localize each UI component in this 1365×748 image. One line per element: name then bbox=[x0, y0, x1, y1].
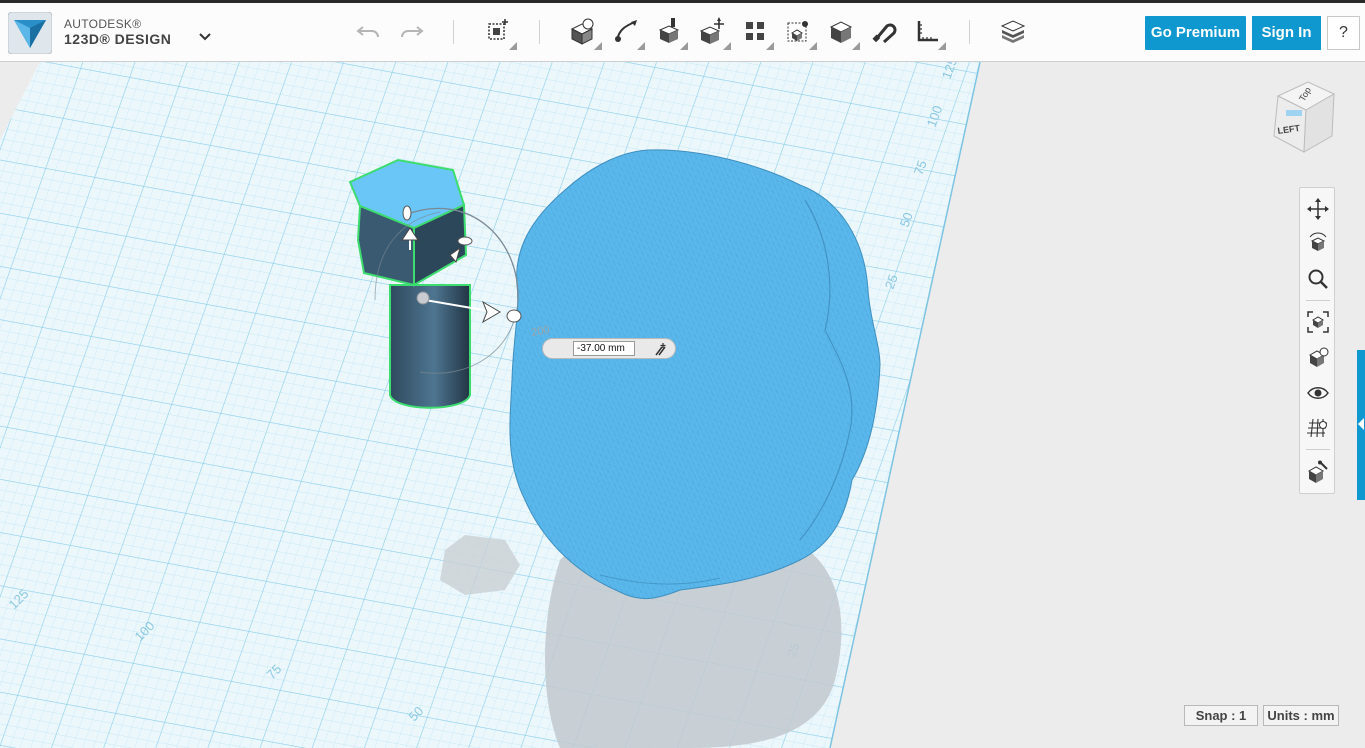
combine-icon[interactable] bbox=[824, 14, 860, 50]
main-toolbar: AUTODESK® 123D® DESIGN Go Premium Sign I… bbox=[0, 0, 1365, 62]
material-icon[interactable] bbox=[1305, 459, 1331, 485]
units-setting[interactable]: Units : mm bbox=[1263, 705, 1339, 726]
toolbar-divider bbox=[453, 20, 454, 44]
mesh-model[interactable] bbox=[509, 149, 881, 600]
orbit-icon[interactable] bbox=[1305, 231, 1331, 257]
snap-setting[interactable]: Snap : 1 bbox=[1184, 705, 1258, 726]
redo-icon[interactable] bbox=[394, 14, 428, 48]
distance-input-box bbox=[542, 338, 676, 359]
app-logo-text: AUTODESK® 123D® DESIGN bbox=[64, 17, 171, 47]
toolbar-divider bbox=[539, 20, 540, 44]
grid-icon[interactable] bbox=[1305, 415, 1331, 441]
navigation-bar bbox=[1299, 187, 1335, 494]
snap-icon[interactable] bbox=[867, 14, 901, 48]
nav-divider bbox=[1306, 449, 1330, 450]
app-menu-chevron-icon[interactable] bbox=[194, 25, 216, 47]
undo-icon[interactable] bbox=[352, 14, 386, 48]
side-panel-toggle[interactable] bbox=[1357, 350, 1365, 500]
grouping-icon[interactable] bbox=[781, 14, 817, 50]
sketch-icon[interactable] bbox=[609, 14, 645, 50]
visibility-icon[interactable] bbox=[1305, 380, 1331, 406]
zoom-icon[interactable] bbox=[1305, 266, 1331, 292]
nav-divider bbox=[1306, 300, 1330, 301]
app-logo-icon[interactable] bbox=[7, 11, 53, 55]
scene-canvas: 125 100 75 50 25 125 100 75 50 50 25 bbox=[0, 62, 981, 748]
fit-icon[interactable] bbox=[1305, 309, 1331, 335]
viewcube[interactable]: Top LEFT bbox=[1268, 78, 1340, 158]
measure-icon[interactable] bbox=[910, 14, 946, 50]
snap-to-icon[interactable] bbox=[653, 341, 669, 357]
product-label: 123D® DESIGN bbox=[64, 31, 172, 47]
go-premium-button[interactable]: Go Premium bbox=[1145, 16, 1246, 50]
3d-viewport[interactable]: 125 100 75 50 25 125 100 75 50 50 25 bbox=[0, 62, 1365, 748]
sign-in-button[interactable]: Sign In bbox=[1252, 16, 1321, 50]
construct-icon[interactable] bbox=[652, 14, 688, 50]
distance-input[interactable] bbox=[573, 341, 635, 356]
help-button[interactable]: ? bbox=[1327, 16, 1360, 50]
modify-icon[interactable] bbox=[695, 14, 731, 50]
primitives-icon[interactable] bbox=[566, 14, 602, 50]
transform-icon[interactable] bbox=[481, 14, 517, 50]
toolbar-divider bbox=[969, 20, 970, 44]
brand-label: AUTODESK® bbox=[64, 17, 142, 31]
pattern-icon[interactable] bbox=[738, 14, 774, 50]
pan-icon[interactable] bbox=[1305, 196, 1331, 222]
material-icon[interactable] bbox=[996, 14, 1030, 48]
view-mode-icon[interactable] bbox=[1305, 345, 1331, 371]
